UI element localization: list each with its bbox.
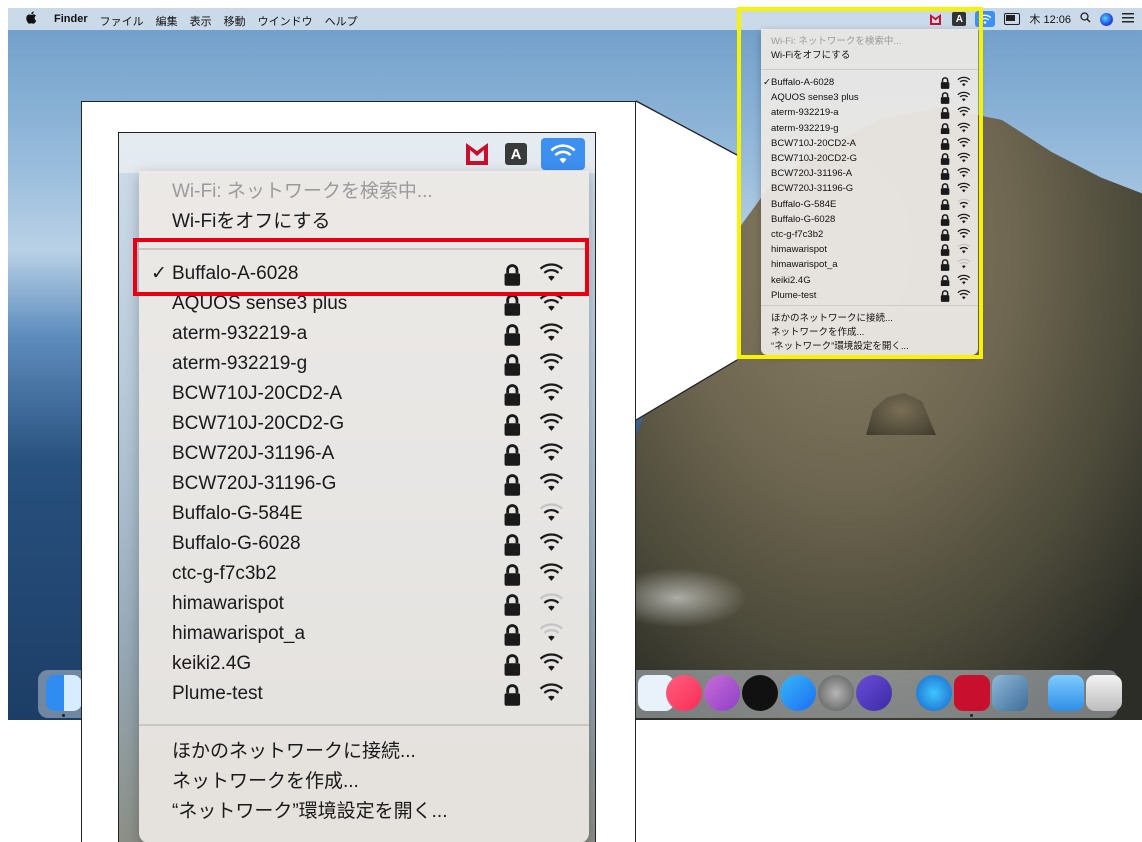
network-item[interactable]: aterm-932219-g [172, 351, 573, 377]
mcafee-icon[interactable] [463, 140, 491, 168]
network-item[interactable]: BCW720J-31196-G [172, 471, 573, 497]
network-item[interactable]: Buffalo-G-584E [172, 501, 573, 527]
app-menus: Finder ファイル 編集 表示 移動 ウインドウ ヘルプ [54, 13, 358, 29]
siri-icon[interactable] [1100, 12, 1113, 26]
network-name: Plume-test [172, 683, 263, 704]
downloads-folder-icon[interactable] [1048, 675, 1084, 711]
lock-icon [503, 534, 522, 564]
app-store-icon[interactable] [780, 675, 816, 711]
network-item[interactable]: Plume-test [172, 681, 573, 707]
wifi-signal-icon [539, 532, 564, 560]
network-name: BCW710J-20CD2-G [172, 413, 345, 434]
search-icon[interactable] [1080, 12, 1091, 26]
menubar-clock[interactable]: 木 12:06 [1029, 11, 1071, 27]
wifi-signal-icon [539, 322, 564, 350]
menu-finder[interactable]: Finder [54, 13, 88, 29]
music-icon[interactable] [666, 675, 702, 711]
network-name: ctc-g-f7c3b2 [172, 563, 277, 584]
wifi-signal-icon [539, 292, 564, 320]
photo-app-icon[interactable] [992, 675, 1028, 711]
mcafee-dock-icon[interactable] [954, 675, 990, 711]
network-name: aterm-932219-a [172, 323, 308, 344]
finder-icon[interactable] [46, 675, 82, 711]
menu-view[interactable]: 表示 [190, 13, 212, 29]
quicktime-icon[interactable] [916, 675, 952, 711]
wifi-signal-icon [539, 442, 564, 470]
lock-icon [503, 384, 522, 414]
lock-icon [503, 474, 522, 504]
join-other-network[interactable]: ほかのネットワークに接続... [172, 739, 573, 765]
network-name: BCW710J-20CD2-A [172, 383, 342, 404]
imovie-icon[interactable] [856, 675, 892, 711]
network-name: Buffalo-G-6028 [172, 533, 301, 554]
menu-file[interactable]: ファイル [100, 13, 144, 29]
wifi-signal-icon [539, 412, 564, 440]
wifi-signal-icon [539, 472, 564, 500]
separator [139, 724, 589, 726]
open-network-prefs[interactable]: “ネットワーク”環境設定を開く... [172, 799, 573, 825]
wifi-status: Wi-Fi: ネットワークを検索中... [172, 181, 433, 202]
apple-menu-icon[interactable] [26, 11, 37, 27]
wifi-signal-icon [539, 502, 564, 530]
wifi-signal-icon [539, 652, 564, 680]
network-item[interactable]: BCW720J-31196-A [172, 441, 573, 467]
create-network[interactable]: ネットワークを作成... [172, 769, 573, 795]
wifi-signal-icon [539, 682, 564, 710]
network-name: himawarispot [172, 593, 284, 614]
apple-tv-icon[interactable] [742, 675, 778, 711]
lock-icon [503, 354, 522, 384]
network-name: keiki2.4G [172, 653, 252, 674]
network-item[interactable]: BCW710J-20CD2-A [172, 381, 573, 407]
wifi-signal-icon [539, 622, 564, 650]
zoomed-menubar: A [119, 133, 595, 173]
wifi-toggle[interactable]: Wi-Fiをオフにする [172, 209, 573, 235]
keyboard-a-icon[interactable]: A [505, 143, 527, 165]
yellow-highlight-box [737, 7, 983, 359]
lock-icon [503, 324, 522, 354]
system-preferences-icon[interactable] [818, 675, 854, 711]
running-indicator [970, 714, 973, 717]
list-icon[interactable] [1122, 12, 1134, 26]
lock-icon [503, 564, 522, 594]
menu-edit[interactable]: 編集 [156, 13, 178, 29]
lock-icon [503, 504, 522, 534]
lock-icon [503, 444, 522, 474]
lock-icon [503, 624, 522, 654]
network-item[interactable]: aterm-932219-a [172, 321, 573, 347]
wifi-signal-icon [539, 352, 564, 380]
network-name: aterm-932219-g [172, 353, 308, 374]
network-name: Buffalo-G-584E [172, 503, 303, 524]
network-name: AQUOS sense3 plus [172, 293, 348, 314]
wifi-icon[interactable] [541, 138, 585, 170]
lock-icon [503, 294, 522, 324]
menu-window[interactable]: ウインドウ [258, 13, 313, 29]
network-name: himawarispot_a [172, 623, 306, 644]
running-indicator [62, 714, 65, 717]
wifi-signal-icon [539, 592, 564, 620]
podcasts-icon[interactable] [704, 675, 740, 711]
network-name: BCW720J-31196-G [172, 473, 337, 494]
network-item[interactable]: BCW710J-20CD2-G [172, 411, 573, 437]
menu-help[interactable]: ヘルプ [325, 13, 358, 29]
network-name: BCW720J-31196-A [172, 443, 335, 464]
network-item[interactable]: himawarispot_a [172, 621, 573, 647]
battery-icon[interactable] [1004, 13, 1021, 25]
wifi-signal-icon [539, 562, 564, 590]
network-item[interactable]: himawarispot [172, 591, 573, 617]
lock-icon [503, 594, 522, 624]
lock-icon [503, 414, 522, 444]
wifi-signal-icon [539, 382, 564, 410]
trash-icon[interactable] [1086, 675, 1122, 711]
lock-icon [503, 684, 522, 714]
red-highlight-box [133, 238, 589, 296]
menu-go[interactable]: 移動 [224, 13, 246, 29]
network-item[interactable]: ctc-g-f7c3b2 [172, 561, 573, 587]
network-item[interactable]: keiki2.4G [172, 651, 573, 677]
network-item[interactable]: Buffalo-G-6028 [172, 531, 573, 557]
lock-icon [503, 654, 522, 684]
